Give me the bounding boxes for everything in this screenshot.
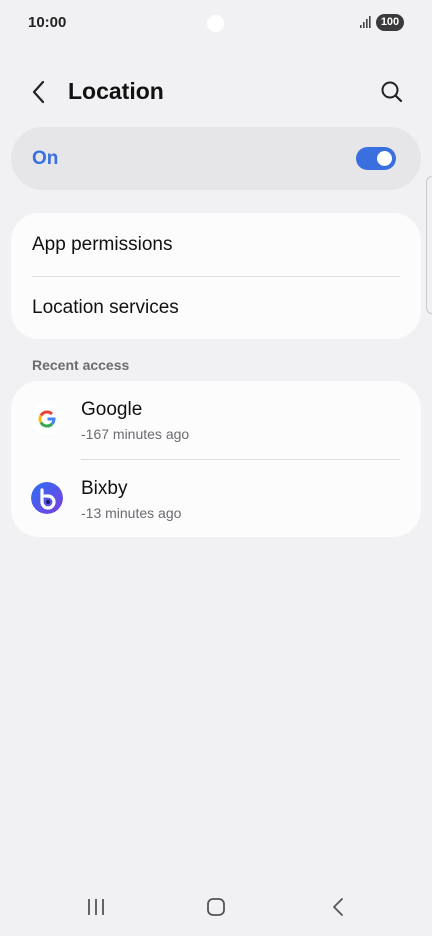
status-time: 10:00 [28,14,67,31]
recent-access-card: Google -167 minutes ago Bixby -13 minute… [11,381,421,537]
navigation-bar [0,880,432,936]
master-switch-label: On [32,148,59,169]
recents-icon[interactable] [86,896,106,918]
location-master-switch[interactable]: On [11,127,421,190]
back-icon[interactable] [328,896,348,918]
search-icon [381,81,403,103]
home-icon[interactable] [205,896,227,918]
back-button[interactable] [28,78,52,106]
chevron-left-icon [32,80,45,104]
app-name: Bixby [81,478,128,499]
front-camera [207,15,224,32]
recent-app-google[interactable]: Google -167 minutes ago [11,381,421,459]
location-services-item[interactable]: Location services [11,277,421,339]
toggle-knob [377,151,392,166]
location-services-label: Location services [32,297,179,318]
status-bar: 10:00 100 [0,0,432,46]
bixby-logo-icon [31,482,63,514]
app-permissions-label: App permissions [32,234,173,255]
app-name: Google [81,399,143,420]
battery-indicator: 100 [376,14,404,31]
recent-access-header: Recent access [32,357,130,373]
search-button[interactable] [378,78,406,106]
settings-card: App permissions Location services [11,213,421,339]
page-title: Location [68,78,164,104]
signal-bars-icon [360,16,371,28]
access-time: -13 minutes ago [81,505,182,521]
recent-app-bixby[interactable]: Bixby -13 minutes ago [11,460,421,537]
google-logo-icon [31,403,63,435]
location-toggle[interactable] [356,147,396,170]
app-header: Location [0,66,432,118]
access-time: -167 minutes ago [81,426,190,442]
app-permissions-item[interactable]: App permissions [11,213,421,276]
edge-panel-handle[interactable] [426,176,432,314]
